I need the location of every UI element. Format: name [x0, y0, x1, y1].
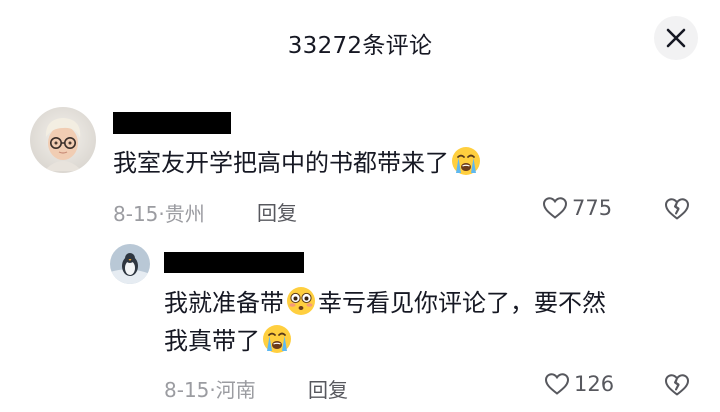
reply-text-part: 我就准备带 — [164, 289, 284, 317]
broken-heart-icon — [665, 374, 689, 396]
loudly-crying-face-icon — [263, 325, 291, 353]
avatar[interactable] — [110, 244, 150, 284]
reply-button[interactable]: 回复 — [308, 374, 348, 403]
reply-text-part: 我真带了 — [164, 327, 260, 355]
reply-comment-item: 我就准备带 幸亏看见你评论了，要不然 我真带了 8-15·河南 回复 126 — [0, 0, 720, 412]
comments-panel: 33272条评论 我室友开学把高中的书都带来了 8-15·贵州 回复 775 我… — [0, 0, 720, 412]
reply-text-line1: 我就准备带 幸亏看见你评论了，要不然 — [164, 284, 606, 322]
reply-text-part: 幸亏看见你评论了，要不然 — [318, 289, 606, 317]
heart-icon — [544, 373, 570, 395]
like-count: 126 — [574, 372, 615, 396]
dislike-button[interactable] — [664, 373, 690, 401]
comment-date: 8-15 — [164, 378, 210, 402]
comment-location: 河南 — [215, 378, 256, 402]
reply-text-line2: 我真带了 — [164, 322, 294, 360]
like-button[interactable]: 126 — [544, 372, 614, 396]
flushed-face-icon — [287, 287, 315, 315]
comment-meta: 8-15·河南 — [164, 374, 256, 403]
redacted-username — [164, 252, 304, 273]
